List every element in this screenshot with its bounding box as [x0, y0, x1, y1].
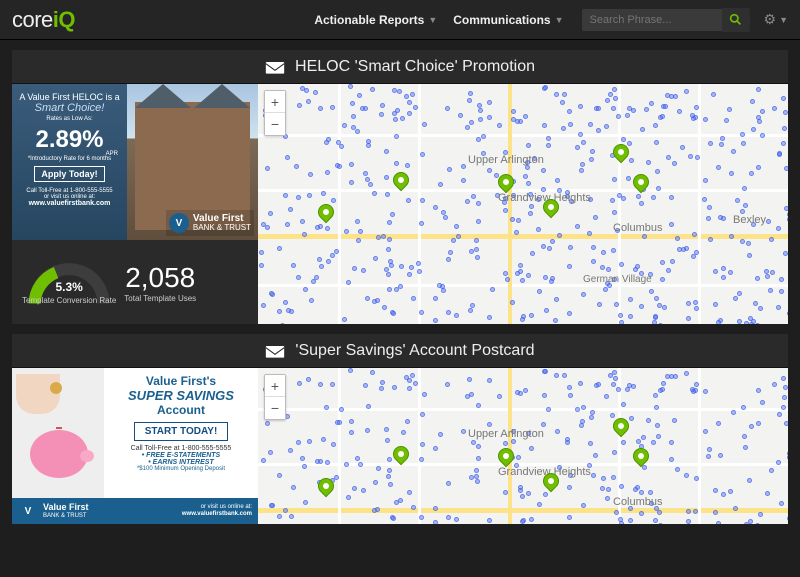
campaign-card-savings: 'Super Savings' Account Postcard Value F… — [12, 334, 788, 524]
logo[interactable]: coreiQ — [12, 7, 75, 33]
settings-menu[interactable]: ⚙ ▼ — [764, 11, 788, 28]
nav-actionable-reports[interactable]: Actionable Reports ▼ — [306, 13, 445, 27]
search — [582, 8, 750, 32]
map-label: Columbus — [613, 496, 663, 508]
brand-name: Value First — [43, 503, 89, 513]
promo-line: *Introductory Rate for 6 months — [17, 156, 122, 162]
promo-preview-savings[interactable]: Value First's SUPER SAVINGS Account STAR… — [12, 368, 258, 524]
map-heloc[interactable]: Upper Arlington Grandview Heights Columb… — [258, 84, 788, 324]
nav-label: Communications — [453, 13, 550, 27]
zoom-out-button[interactable]: − — [265, 113, 285, 135]
promo-line: *$100 Minimum Opening Deposit — [110, 466, 252, 472]
promo-url: www.valuefirstbank.com — [182, 511, 252, 518]
stats-row: 5.3% Template Conversion Rate 2,058 Tota… — [12, 240, 258, 324]
map-label: Columbus — [613, 222, 663, 234]
nav-label: Actionable Reports — [314, 13, 424, 27]
total-uses-label: Total Template Uses — [124, 294, 196, 303]
gauge-value: 5.3% — [22, 280, 116, 294]
promo-apply: Apply Today! — [34, 166, 104, 182]
search-icon — [729, 13, 742, 26]
promo-line: Value First's — [110, 374, 252, 388]
promo-start: START TODAY! — [134, 422, 229, 441]
promo-line: • EARNS INTEREST — [110, 459, 252, 466]
promo-line: Rates as Low As: — [17, 116, 122, 122]
zoom-in-button[interactable]: + — [265, 375, 285, 397]
map-savings[interactable]: Upper Arlington Grandview Heights Columb… — [258, 368, 788, 524]
value-first-logo-icon: V — [18, 501, 38, 521]
campaign-card-heloc: HELOC 'Smart Choice' Promotion A Value F… — [12, 50, 788, 324]
gauge-label: Template Conversion Rate — [22, 296, 116, 305]
search-button[interactable] — [722, 8, 750, 32]
card-header: HELOC 'Smart Choice' Promotion — [12, 50, 788, 84]
map-zoom-control: + − — [264, 90, 286, 136]
value-first-logo-icon: V — [169, 213, 189, 233]
promo-line: A Value First HELOC is a — [17, 92, 122, 102]
total-uses: 2,058 Total Template Uses — [124, 262, 196, 303]
map-label: Upper Arlington — [468, 428, 544, 440]
nav-communications[interactable]: Communications ▼ — [445, 13, 571, 27]
map-label: German Village — [583, 274, 652, 285]
brand-sub: BANK & TRUST — [43, 513, 89, 520]
promo-line: SUPER SAVINGS — [110, 388, 252, 403]
promo-line: • FREE E-STATEMENTS — [110, 452, 252, 459]
card-title: 'Super Savings' Account Postcard — [295, 342, 534, 360]
zoom-out-button[interactable]: − — [265, 397, 285, 419]
postcard-icon — [265, 343, 285, 359]
postcard-icon — [265, 59, 285, 75]
promo-line: Smart Choice! — [17, 102, 122, 114]
card-title: HELOC 'Smart Choice' Promotion — [295, 58, 535, 76]
promo-line: Call Toll-Free at 1-800-555-5555 — [110, 445, 252, 452]
search-input[interactable] — [582, 9, 722, 31]
gear-icon: ⚙ — [764, 11, 777, 28]
map-label: Bexley — [733, 214, 766, 226]
map-label: Upper Arlington — [468, 154, 544, 166]
promo-image-house: V Value First BANK & TRUST — [127, 84, 258, 240]
promo-rate: 2.89% — [17, 126, 122, 154]
logo-iq: iQ — [53, 7, 75, 33]
zoom-in-button[interactable]: + — [265, 91, 285, 113]
chevron-down-icon: ▼ — [779, 15, 788, 25]
chevron-down-icon: ▼ — [555, 15, 564, 25]
promo-preview-heloc[interactable]: A Value First HELOC is a Smart Choice! R… — [12, 84, 258, 240]
total-uses-value: 2,058 — [124, 262, 196, 294]
map-zoom-control: + − — [264, 374, 286, 420]
chevron-down-icon: ▼ — [428, 15, 437, 25]
promo-line: or visit us online at: — [182, 504, 252, 511]
promo-url: www.valuefirstbank.com — [17, 200, 122, 207]
logo-core: core — [12, 7, 53, 33]
brand-sub: BANK & TRUST — [193, 224, 251, 233]
top-bar: coreiQ Actionable Reports ▼ Communicatio… — [0, 0, 800, 40]
conversion-gauge: 5.3% Template Conversion Rate — [22, 260, 116, 305]
promo-line: Account — [110, 403, 252, 417]
card-header: 'Super Savings' Account Postcard — [12, 334, 788, 368]
